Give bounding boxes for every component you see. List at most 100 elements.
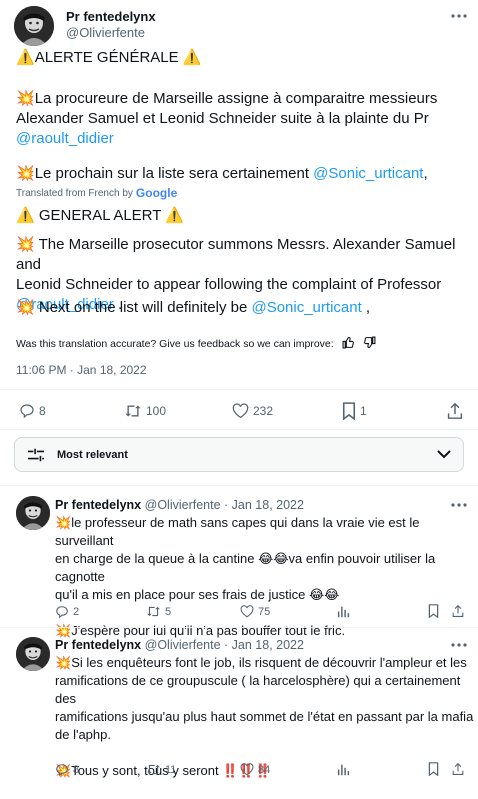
bookmark-button[interactable] — [428, 762, 439, 776]
divider — [0, 627, 478, 628]
reply-text: 💥le professeur de math sans capes qui da… — [55, 515, 436, 638]
mention-raoult-didier[interactable]: @raoult_didier — [16, 130, 114, 147]
reply-date[interactable]: · Jan 18, 2022 — [224, 638, 304, 652]
like-count: 232 — [253, 404, 274, 418]
retweet-icon — [125, 405, 141, 417]
share-icon — [452, 604, 464, 617]
mention-sonic-urticant[interactable]: @Sonic_urticant — [313, 165, 423, 182]
reply-author-name[interactable]: Pr fentedelynx — [55, 498, 141, 512]
more-options-icon[interactable] — [449, 6, 469, 26]
like-button[interactable]: 84 — [240, 763, 270, 776]
mention-sonic-urticant-en[interactable]: @Sonic_urticant — [251, 299, 361, 316]
collision-icon: 💥 — [16, 236, 35, 253]
share-button[interactable] — [452, 762, 464, 776]
tweet-text-fr: 💥La procureure de Marseille assigne à co… — [16, 90, 438, 147]
author-handle[interactable]: @Olivierfente — [66, 25, 145, 40]
bookmark-icon — [342, 402, 356, 420]
reply-count: 8 — [39, 404, 46, 418]
google-logo: Google — [135, 186, 178, 200]
double-exclamation-icon: ‼️ — [222, 763, 239, 778]
collision-icon: 💥 — [16, 299, 35, 316]
retweet-button[interactable]: 100 — [124, 403, 166, 419]
analytics-icon — [337, 606, 350, 618]
divider — [0, 485, 478, 486]
reply-count: 2 — [73, 606, 80, 618]
collision-icon: 💥 — [16, 90, 35, 107]
reply-button[interactable]: 2 — [55, 605, 79, 619]
reply-header: Pr fentedelynx @Olivierfente · Jan 18, 2… — [55, 498, 304, 512]
retweet-button[interactable]: 5 — [146, 605, 171, 618]
warning-icon: ⚠️ — [16, 207, 35, 224]
analytics-button[interactable] — [337, 605, 350, 618]
reply-date[interactable]: · Jan 18, 2022 — [224, 498, 304, 512]
tweet-text-fr-next: 💥Le prochain sur la liste sera certainem… — [16, 165, 428, 182]
thumbs-up-icon[interactable] — [342, 336, 355, 352]
collision-icon: 💥 — [55, 515, 72, 530]
retweet-button[interactable]: 11 — [146, 763, 176, 776]
warning-icon: ⚠️ — [165, 207, 184, 224]
heart-icon — [240, 763, 254, 776]
reply-author-name[interactable]: Pr fentedelynx — [55, 638, 141, 652]
reply-icon — [20, 404, 34, 419]
alert-title-en: ⚠️ GENERAL ALERT ⚠️ — [16, 207, 184, 224]
author-name[interactable]: Pr fentedelynx — [66, 9, 156, 24]
laugh-icon: 😂 — [258, 551, 274, 566]
reply-author-handle[interactable]: @Olivierfente — [145, 498, 221, 512]
sort-label: Most relevant — [57, 448, 128, 461]
alert-title-fr: ⚠️ALERTE GÉNÉRALE ⚠️ — [16, 49, 202, 66]
retweet-icon — [147, 606, 160, 617]
reply-icon — [56, 606, 68, 619]
chevron-down-icon — [437, 450, 451, 459]
warning-icon: ⚠️ — [182, 49, 202, 66]
retweet-count: 11 — [165, 763, 177, 776]
bookmark-count: 1 — [360, 404, 367, 418]
translation-attribution: Translated from French by Google — [16, 186, 178, 200]
like-count: 75 — [258, 605, 271, 618]
reply-icon — [56, 764, 68, 777]
author-avatar[interactable] — [14, 6, 54, 46]
reply-text: 💥Si les enquêteurs font le job, ils risq… — [55, 655, 474, 778]
more-options-icon[interactable] — [449, 495, 469, 515]
laugh-icon: 😂 — [273, 551, 289, 566]
retweet-count: 100 — [146, 404, 167, 418]
reply-avatar[interactable] — [16, 496, 50, 530]
tweet-text-en-next: 💥 Next on the list will definitely be @S… — [16, 299, 371, 316]
translation-feedback: Was this translation accurate? Give us f… — [16, 336, 376, 352]
share-button[interactable] — [452, 604, 464, 618]
like-button[interactable]: 232 — [232, 403, 273, 419]
like-count: 84 — [258, 763, 271, 776]
reply-avatar[interactable] — [16, 637, 50, 671]
share-icon — [452, 762, 464, 775]
thumbs-down-icon[interactable] — [363, 336, 376, 352]
divider — [0, 429, 478, 430]
collision-icon: 💥 — [16, 165, 35, 182]
sort-dropdown[interactable]: Most relevant — [14, 437, 464, 472]
analytics-icon — [337, 764, 350, 776]
warning-icon: ⚠️ — [16, 49, 35, 66]
retweet-icon — [147, 764, 160, 775]
retweet-count: 5 — [165, 605, 172, 618]
reply-header: Pr fentedelynx @Olivierfente · Jan 18, 2… — [55, 638, 304, 652]
collision-icon: 💥 — [55, 655, 72, 670]
more-options-icon[interactable] — [449, 635, 469, 655]
share-icon — [447, 402, 463, 419]
reply-count: 8 — [73, 764, 80, 776]
bookmark-icon — [428, 604, 439, 618]
sliders-icon — [28, 448, 44, 461]
divider — [0, 389, 478, 390]
bookmark-button[interactable] — [428, 604, 439, 618]
reply-button[interactable]: 8 — [55, 763, 79, 777]
reply-button[interactable]: 8 — [19, 403, 46, 419]
laugh-icon: 😂 — [308, 587, 325, 602]
heart-icon — [240, 605, 254, 618]
share-button[interactable] — [447, 402, 463, 420]
bookmark-button[interactable]: 1 — [342, 402, 367, 420]
laugh-icon: 😂 — [324, 587, 340, 602]
bookmark-icon — [428, 762, 439, 776]
like-button[interactable]: 75 — [240, 605, 270, 618]
heart-icon — [232, 403, 249, 419]
tweet-timestamp[interactable]: 11:06 PM · Jan 18, 2022 — [16, 363, 147, 377]
analytics-button[interactable] — [337, 763, 350, 776]
collision-icon: 💥 — [55, 623, 72, 638]
reply-author-handle[interactable]: @Olivierfente — [145, 638, 221, 652]
